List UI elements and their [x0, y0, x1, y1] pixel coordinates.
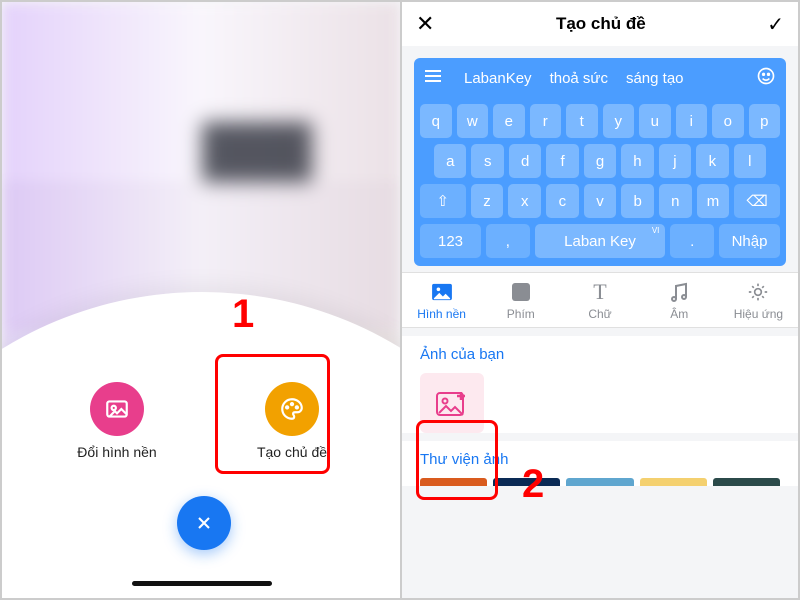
right-panel: ✕ Tạo chủ đề ✓ LabanKey thoả sức sáng tạ…: [400, 2, 798, 598]
tab-sound[interactable]: Âm: [640, 273, 719, 327]
key-o[interactable]: o: [712, 104, 744, 138]
your-photos-section: Ảnh của bạn: [402, 336, 798, 433]
tab-effect[interactable]: Hiệu ứng: [719, 273, 798, 327]
tab-effect-label: Hiệu ứng: [734, 307, 783, 321]
key-q[interactable]: q: [420, 104, 452, 138]
key-c[interactable]: c: [546, 184, 579, 218]
keyboard-preview: LabanKey thoả sức sáng tạo q w e r t y u…: [402, 46, 798, 272]
key-t[interactable]: t: [566, 104, 598, 138]
close-button[interactable]: [177, 496, 231, 550]
tab-text[interactable]: T Chữ: [560, 273, 639, 327]
key-v[interactable]: v: [584, 184, 617, 218]
key-i[interactable]: i: [676, 104, 708, 138]
music-icon: [666, 281, 692, 303]
change-background-action[interactable]: Đổi hình nền: [47, 382, 187, 460]
suggestion-word-1: thoả sức: [550, 70, 608, 87]
key-r[interactable]: r: [530, 104, 562, 138]
cancel-button[interactable]: ✕: [416, 11, 434, 37]
key-n[interactable]: n: [659, 184, 692, 218]
text-icon: T: [587, 281, 613, 303]
key-comma[interactable]: ,: [486, 224, 530, 258]
key-s[interactable]: s: [471, 144, 503, 178]
tab-background[interactable]: Hình nền: [402, 273, 481, 327]
key-f[interactable]: f: [546, 144, 578, 178]
key-x[interactable]: x: [508, 184, 541, 218]
key-row-4: 123 , Laban Key VI . Nhập: [420, 224, 780, 258]
editor-tabs: Hình nền Phím T Chữ Âm: [402, 272, 798, 328]
image-icon: [90, 382, 144, 436]
suggestion-brand: LabanKey: [464, 70, 532, 87]
tab-keys-label: Phím: [507, 307, 535, 321]
key-backspace[interactable]: ⌫: [734, 184, 780, 218]
tab-text-label: Chữ: [588, 307, 611, 321]
square-icon: [508, 281, 534, 303]
key-p[interactable]: p: [749, 104, 781, 138]
hamburger-icon[interactable]: [424, 69, 446, 87]
key-w[interactable]: w: [457, 104, 489, 138]
suggestion-bar: LabanKey thoả sức sáng tạo: [414, 58, 786, 98]
space-label: Laban Key: [564, 233, 636, 250]
key-space[interactable]: Laban Key VI: [535, 224, 666, 258]
key-a[interactable]: a: [434, 144, 466, 178]
key-d[interactable]: d: [509, 144, 541, 178]
key-e[interactable]: e: [493, 104, 525, 138]
add-photo-button[interactable]: [420, 373, 484, 433]
tab-background-label: Hình nền: [417, 307, 466, 321]
palette-icon: [265, 382, 319, 436]
home-indicator: [132, 581, 272, 586]
key-row-2: a s d f g h j k l: [420, 144, 780, 178]
gallery-strip: [420, 478, 780, 486]
key-g[interactable]: g: [584, 144, 616, 178]
left-panel: Đổi hình nền Tạo chủ đề 1: [2, 2, 400, 598]
photo-library-heading: Thư viện ảnh: [420, 451, 780, 468]
key-z[interactable]: z: [471, 184, 504, 218]
emoji-icon[interactable]: [756, 66, 776, 90]
tab-sound-label: Âm: [670, 307, 688, 321]
editor-topbar: ✕ Tạo chủ đề ✓: [402, 2, 798, 46]
your-photos-heading: Ảnh của bạn: [420, 346, 780, 363]
key-row-1: q w e r t y u i o p: [420, 104, 780, 138]
key-m[interactable]: m: [697, 184, 730, 218]
key-k[interactable]: k: [696, 144, 728, 178]
editor-title: Tạo chủ đề: [556, 14, 646, 34]
key-l[interactable]: l: [734, 144, 766, 178]
key-u[interactable]: u: [639, 104, 671, 138]
key-b[interactable]: b: [621, 184, 654, 218]
suggestion-word-2: sáng tạo: [626, 70, 684, 87]
brightness-icon: [745, 281, 771, 303]
tab-keys[interactable]: Phím: [481, 273, 560, 327]
key-y[interactable]: y: [603, 104, 635, 138]
key-h[interactable]: h: [621, 144, 653, 178]
key-row-3: ⇧ z x c v b n m ⌫: [420, 184, 780, 218]
add-image-icon: [435, 389, 469, 417]
create-theme-label: Tạo chủ đề: [257, 444, 327, 460]
image-icon: [429, 281, 455, 303]
change-background-label: Đổi hình nền: [77, 444, 156, 460]
key-shift[interactable]: ⇧: [420, 184, 466, 218]
key-dot[interactable]: .: [670, 224, 714, 258]
confirm-button[interactable]: ✓: [767, 12, 784, 37]
photo-library-section: Thư viện ảnh: [402, 441, 798, 486]
create-theme-action[interactable]: Tạo chủ đề: [222, 382, 362, 460]
key-enter[interactable]: Nhập: [719, 224, 780, 258]
close-icon: [194, 513, 214, 533]
key-numeric[interactable]: 123: [420, 224, 481, 258]
keyboard: q w e r t y u i o p a s d f g h: [414, 98, 786, 266]
key-j[interactable]: j: [659, 144, 691, 178]
